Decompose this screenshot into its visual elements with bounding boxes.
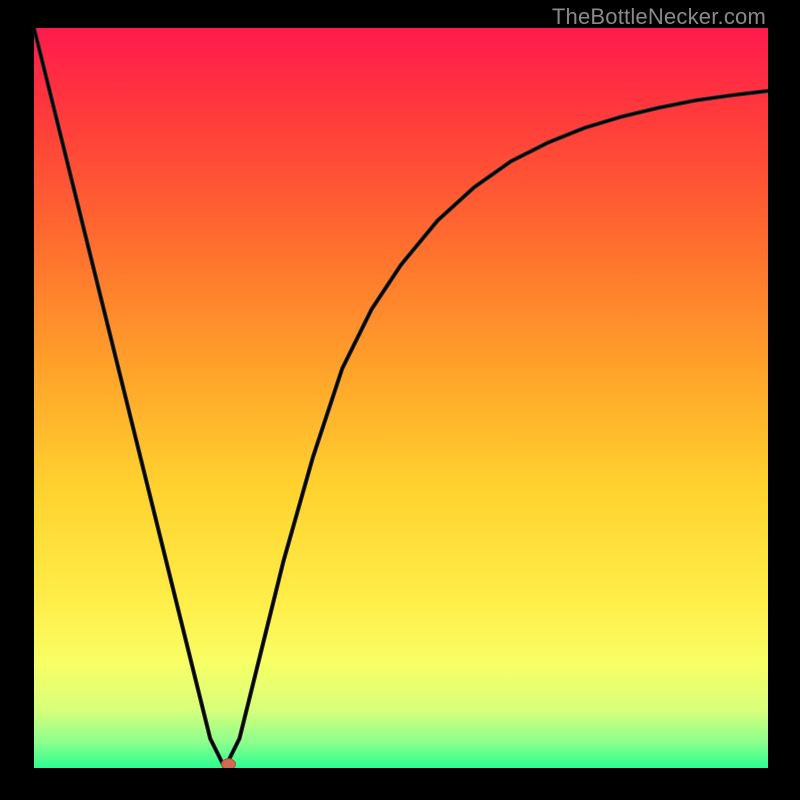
plot-svg [34,28,768,768]
min-marker [222,759,236,768]
plot-area [34,28,768,768]
watermark-text: TheBottleNecker.com [552,4,766,30]
gradient-background [34,28,768,768]
chart-frame: TheBottleNecker.com [0,0,800,800]
